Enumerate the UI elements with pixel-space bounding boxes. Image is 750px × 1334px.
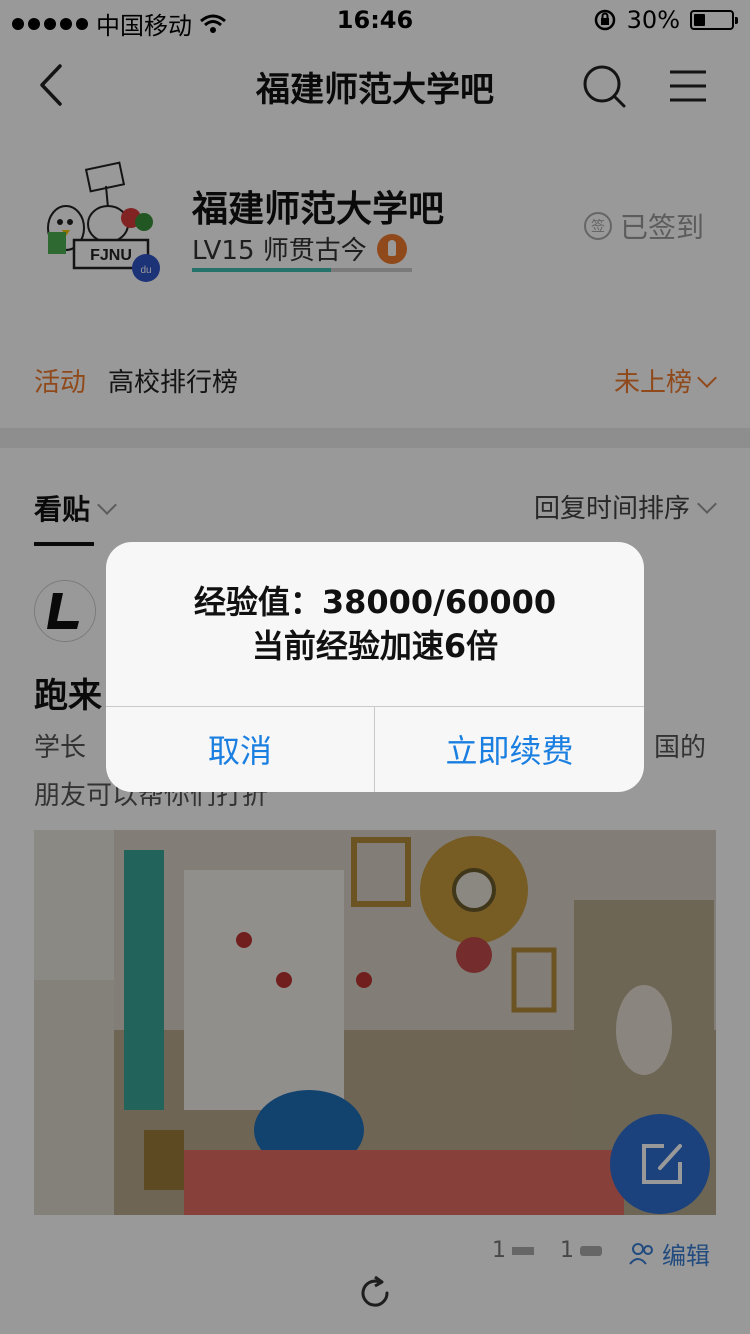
renew-now-button[interactable]: 立即续费 [375,706,644,792]
dialog-line-experience: 经验值：38000/60000 [193,583,557,621]
experience-alert-dialog: 经验值：38000/60000 当前经验加速6倍 取消 立即续费 [106,542,644,792]
cancel-button[interactable]: 取消 [106,706,374,792]
dialog-line-boost: 当前经验加速6倍 [251,627,499,665]
dialog-message: 经验值：38000/60000 当前经验加速6倍 [106,580,644,668]
